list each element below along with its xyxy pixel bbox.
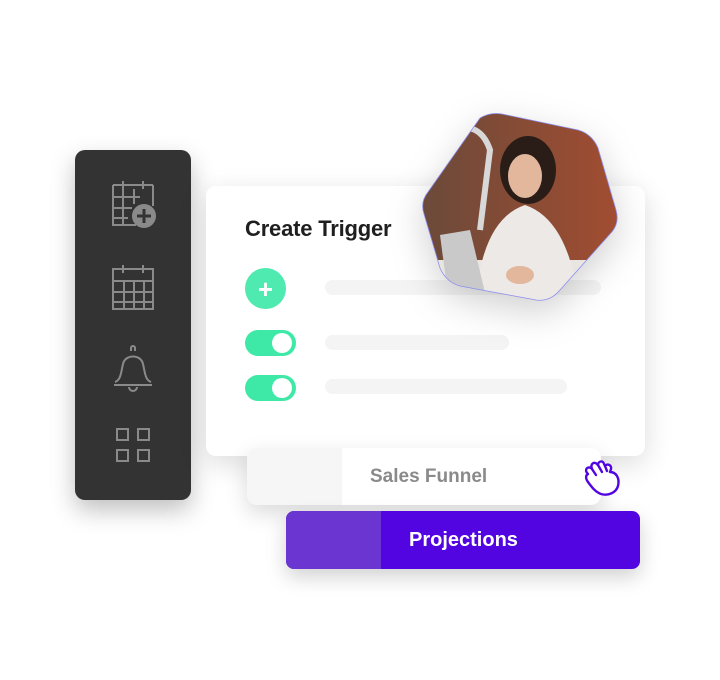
- option-label: Sales Funnel: [370, 466, 488, 487]
- card-title: Create Trigger: [245, 216, 392, 241]
- placeholder-bar: [325, 379, 567, 394]
- grab-hand-icon: [584, 460, 620, 496]
- sidebar: [75, 150, 191, 500]
- sidebar-item-notifications[interactable]: [106, 342, 160, 396]
- toggle-switch-1[interactable]: [245, 330, 296, 356]
- option-sales-funnel[interactable]: Sales Funnel: [247, 448, 601, 505]
- plus-icon: +: [257, 273, 274, 304]
- bell-icon: [114, 345, 152, 392]
- sidebar-item-calendar[interactable]: [106, 262, 160, 316]
- option-projections[interactable]: Projections: [286, 511, 640, 569]
- profile-photo: [422, 113, 618, 301]
- option-swatch: [286, 511, 381, 569]
- calendar-icon: [112, 265, 154, 310]
- calendar-add-icon: [112, 181, 156, 228]
- grid-icon: [116, 428, 150, 462]
- sidebar-item-apps[interactable]: [106, 418, 160, 472]
- toggle-knob: [272, 333, 292, 353]
- option-label: Projections: [409, 529, 518, 551]
- add-trigger-button[interactable]: +: [245, 268, 286, 309]
- toggle-switch-2[interactable]: [245, 375, 296, 401]
- sidebar-item-add-event[interactable]: [106, 178, 160, 232]
- option-swatch: [247, 448, 342, 505]
- toggle-knob: [272, 378, 292, 398]
- placeholder-bar: [325, 335, 509, 350]
